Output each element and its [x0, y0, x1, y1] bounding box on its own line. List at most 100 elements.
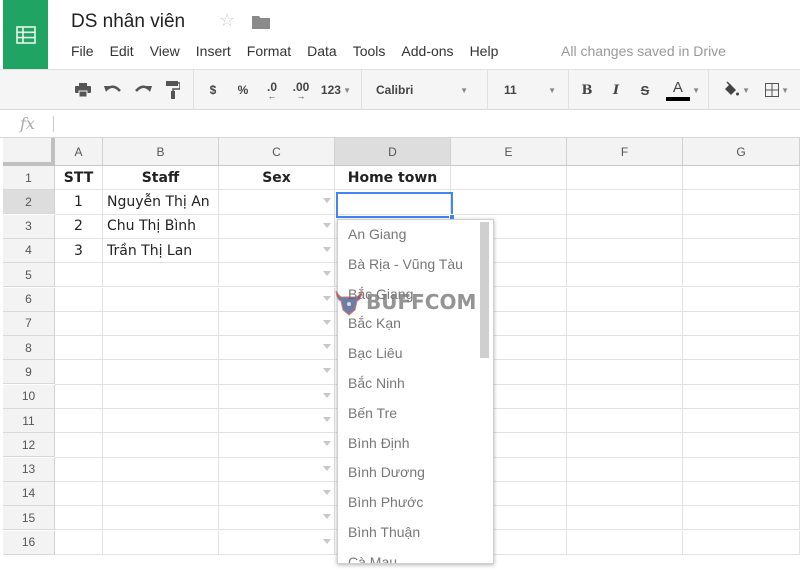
- dropdown-option[interactable]: Bình Phước: [338, 488, 493, 518]
- cell-f14[interactable]: [567, 481, 683, 507]
- cell-f3[interactable]: [567, 214, 683, 239]
- cell-a10[interactable]: [55, 384, 103, 409]
- cell-c5[interactable]: [219, 263, 335, 288]
- cell-a15[interactable]: [55, 506, 103, 531]
- dropdown-option[interactable]: Bắc Kạn: [338, 309, 493, 339]
- dropdown-option[interactable]: Bến Tre: [338, 399, 493, 429]
- cell-c3[interactable]: [219, 214, 335, 239]
- print-button[interactable]: [72, 70, 94, 110]
- row-header-13[interactable]: 13: [3, 457, 55, 482]
- row-header-4[interactable]: 4: [3, 238, 55, 263]
- row-header-8[interactable]: 8: [3, 336, 55, 361]
- menu-insert[interactable]: Insert: [196, 43, 231, 59]
- column-header-d[interactable]: D: [335, 138, 451, 166]
- cell-c12[interactable]: [219, 433, 335, 458]
- dropdown-option[interactable]: An Giang: [338, 220, 493, 250]
- menu-help[interactable]: Help: [470, 43, 499, 59]
- cell-b7[interactable]: [103, 311, 219, 337]
- row-header-9[interactable]: 9: [3, 360, 55, 385]
- dropdown-arrow-icon[interactable]: [323, 368, 331, 374]
- column-header-g[interactable]: G: [683, 138, 800, 166]
- row-header-12[interactable]: 12: [3, 433, 55, 458]
- cell-a12[interactable]: [55, 433, 103, 458]
- cell-c11[interactable]: [219, 409, 335, 434]
- select-all-corner[interactable]: [3, 138, 55, 166]
- dropdown-option[interactable]: Bà Rịa - Vũng Tàu: [338, 250, 493, 280]
- cell-c16[interactable]: [219, 530, 335, 555]
- cell-g12[interactable]: [683, 433, 800, 458]
- cell-f7[interactable]: [567, 311, 683, 337]
- menu-view[interactable]: View: [150, 43, 180, 59]
- dropdown-arrow-icon[interactable]: [323, 319, 331, 325]
- dropdown-arrow-icon[interactable]: [323, 246, 331, 252]
- cell-a2[interactable]: 1: [55, 190, 103, 215]
- dropdown-arrow-icon[interactable]: [323, 417, 331, 422]
- cell-a11[interactable]: [55, 409, 103, 434]
- cell-f5[interactable]: [567, 263, 683, 288]
- cell-a6[interactable]: [55, 287, 103, 312]
- cell-b2[interactable]: Nguyễn Thị An: [103, 190, 219, 215]
- cell-f4[interactable]: [567, 238, 683, 264]
- undo-button[interactable]: [101, 70, 125, 110]
- column-header-b[interactable]: B: [103, 138, 219, 166]
- paint-format-button[interactable]: [162, 70, 184, 110]
- dropdown-arrow-icon[interactable]: [323, 222, 331, 228]
- cell-g16[interactable]: [683, 530, 800, 555]
- cell-a3[interactable]: 2: [55, 214, 103, 239]
- cell-f9[interactable]: [567, 360, 683, 385]
- cell-b9[interactable]: [103, 360, 219, 385]
- cell-a14[interactable]: [55, 481, 103, 507]
- cell-g3[interactable]: [683, 214, 800, 239]
- cell-a16[interactable]: [55, 530, 103, 555]
- cell-b16[interactable]: [103, 530, 219, 555]
- dropdown-option[interactable]: Cà Mau: [338, 548, 493, 563]
- folder-icon[interactable]: [252, 15, 270, 29]
- menu-tools[interactable]: Tools: [353, 43, 386, 59]
- currency-format-button[interactable]: $: [204, 70, 222, 110]
- cell-g13[interactable]: [683, 457, 800, 482]
- cell-c15[interactable]: [219, 506, 335, 531]
- cell-f10[interactable]: [567, 384, 683, 409]
- menu-addons[interactable]: Add-ons: [401, 43, 453, 59]
- cell-g14[interactable]: [683, 481, 800, 507]
- cell-b1[interactable]: Staff: [103, 166, 219, 191]
- strikethrough-button[interactable]: S: [636, 70, 654, 110]
- cell-b13[interactable]: [103, 457, 219, 482]
- fill-color-button[interactable]: ▼: [716, 70, 756, 110]
- cell-g11[interactable]: [683, 409, 800, 434]
- italic-button[interactable]: I: [607, 70, 625, 110]
- dropdown-arrow-icon[interactable]: [323, 271, 331, 277]
- cell-a1[interactable]: STT: [55, 166, 103, 191]
- cell-b6[interactable]: [103, 287, 219, 312]
- cell-f12[interactable]: [567, 433, 683, 458]
- cell-b14[interactable]: [103, 481, 219, 507]
- menu-data[interactable]: Data: [307, 43, 337, 59]
- cell-f11[interactable]: [567, 409, 683, 434]
- menu-file[interactable]: File: [71, 43, 94, 59]
- cell-a4[interactable]: 3: [55, 238, 103, 264]
- borders-button[interactable]: ▼: [758, 70, 796, 110]
- document-title[interactable]: DS nhân viên: [71, 11, 185, 33]
- dropdown-scrollbar[interactable]: [480, 222, 489, 358]
- row-header-10[interactable]: 10: [3, 384, 55, 409]
- cell-f8[interactable]: [567, 336, 683, 361]
- dropdown-option[interactable]: Bình Định: [338, 429, 493, 459]
- cell-a5[interactable]: [55, 263, 103, 288]
- cell-g10[interactable]: [683, 384, 800, 409]
- cell-c2[interactable]: [219, 190, 335, 215]
- cell-g8[interactable]: [683, 336, 800, 361]
- dropdown-option[interactable]: Bạc Liêu: [338, 339, 493, 369]
- cell-b4[interactable]: Trần Thị Lan: [103, 238, 219, 264]
- cell-c10[interactable]: [219, 384, 335, 409]
- dropdown-arrow-icon[interactable]: [323, 198, 331, 204]
- cell-b12[interactable]: [103, 433, 219, 458]
- cell-a7[interactable]: [55, 311, 103, 337]
- cell-b15[interactable]: [103, 506, 219, 531]
- redo-button[interactable]: [131, 70, 155, 110]
- row-header-1[interactable]: 1: [3, 166, 55, 190]
- row-header-2[interactable]: 2: [3, 190, 55, 215]
- font-size-select[interactable]: 11 ▼: [488, 70, 564, 110]
- cell-a13[interactable]: [55, 457, 103, 482]
- cell-a9[interactable]: [55, 360, 103, 385]
- cell-c7[interactable]: [219, 311, 335, 337]
